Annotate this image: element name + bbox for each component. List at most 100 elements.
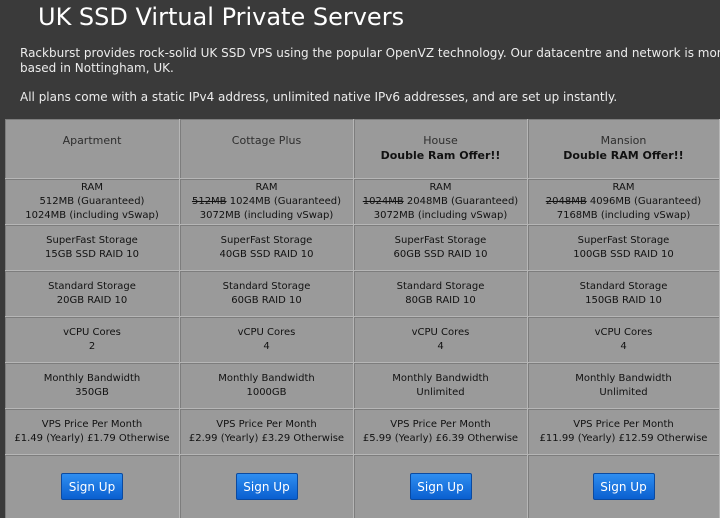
price-cell: VPS Price Per Month £1.49 (Yearly) £1.79… <box>5 409 180 455</box>
ram-guaranteed: 1024MB 2048MB (Guaranteed) <box>363 195 518 209</box>
cpu-cell: vCPU Cores 4 <box>528 317 720 363</box>
plan-name: Mansion <box>600 134 647 147</box>
ram-guaranteed: 2048MB 4096MB (Guaranteed) <box>546 195 701 209</box>
standard-storage-cell: Standard Storage 150GB RAID 10 <box>528 271 720 317</box>
price-value: £1.49 (Yearly) £1.79 Otherwise <box>14 432 170 444</box>
ram-guaranteed: 512MB (Guaranteed) <box>40 195 145 209</box>
ram-cell: RAM 2048MB 4096MB (Guaranteed) 7168MB (i… <box>528 179 720 225</box>
cpu-cell: vCPU Cores 2 <box>5 317 180 363</box>
standard-storage-cell: Standard Storage 60GB RAID 10 <box>180 271 354 317</box>
signup-button-cottage-plus[interactable]: Sign Up <box>235 473 298 500</box>
ssd-storage-cell: SuperFast Storage 100GB SSD RAID 10 <box>528 225 720 271</box>
cpu-value: 4 <box>620 340 627 352</box>
intro-paragraph: Rackburst provides rock-solid UK SSD VPS… <box>20 46 720 76</box>
ram-vswap: 3072MB (including vSwap) <box>373 209 508 221</box>
ram-old-value: 1024MB <box>362 195 404 207</box>
ssd-storage-value: 15GB SSD RAID 10 <box>44 248 140 260</box>
ram-label: RAM <box>612 181 635 193</box>
bandwidth-cell: Monthly Bandwidth Unlimited <box>528 363 720 409</box>
plan-header-apartment: Apartment <box>5 119 180 179</box>
page-title: UK SSD Virtual Private Servers <box>38 3 405 31</box>
ssd-storage-label: SuperFast Storage <box>577 234 670 246</box>
ram-label: RAM <box>255 181 278 193</box>
plan-header-cottage-plus: Cottage Plus <box>180 119 354 179</box>
ssd-storage-label: SuperFast Storage <box>394 234 487 246</box>
cpu-cell: vCPU Cores 4 <box>180 317 354 363</box>
intro-text: Rackburst provides rock-solid UK SSD VPS… <box>20 46 720 105</box>
price-label: VPS Price Per Month <box>390 418 491 430</box>
ram-guaranteed: 512MB 1024MB (Guaranteed) <box>192 195 341 209</box>
bandwidth-value: 1000GB <box>246 386 287 398</box>
ssd-storage-label: SuperFast Storage <box>220 234 313 246</box>
ssd-storage-label: SuperFast Storage <box>46 234 138 246</box>
bandwidth-cell: Monthly Bandwidth 350GB <box>5 363 180 409</box>
plan-name: House <box>423 134 458 147</box>
plan-name: Cottage Plus <box>231 134 302 147</box>
standard-storage-value: 150GB RAID 10 <box>585 294 662 306</box>
cpu-value: 4 <box>263 340 270 352</box>
ram-old-value: 2048MB <box>545 195 587 207</box>
ram-guaranteed-value: 512MB (Guaranteed) <box>39 195 145 207</box>
signup-button-house[interactable]: Sign Up <box>409 473 472 500</box>
standard-storage-label: Standard Storage <box>396 280 485 292</box>
price-cell: VPS Price Per Month £2.99 (Yearly) £3.29… <box>180 409 354 455</box>
plan-header-house: House Double Ram Offer!! <box>354 119 528 179</box>
bandwidth-label: Monthly Bandwidth <box>218 372 315 384</box>
standard-storage-value: 60GB RAID 10 <box>231 294 302 306</box>
plans-table: Apartment Cottage Plus House Double Ram … <box>5 119 720 518</box>
ssd-storage-cell: SuperFast Storage 15GB SSD RAID 10 <box>5 225 180 271</box>
plan-name: Apartment <box>62 134 122 147</box>
page: UK SSD Virtual Private Servers Rackburst… <box>0 0 720 518</box>
standard-storage-value: 20GB RAID 10 <box>56 294 128 306</box>
standard-storage-cell: Standard Storage 20GB RAID 10 <box>5 271 180 317</box>
plan-header-mansion: Mansion Double RAM Offer!! <box>528 119 720 179</box>
cpu-label: vCPU Cores <box>63 326 121 338</box>
bandwidth-value: Unlimited <box>599 386 648 398</box>
ram-vswap: 1024MB (including vSwap) <box>25 209 159 221</box>
ssd-storage-value: 40GB SSD RAID 10 <box>219 248 314 260</box>
bandwidth-value: Unlimited <box>416 386 465 398</box>
cpu-value: 4 <box>437 340 444 352</box>
bandwidth-label: Monthly Bandwidth <box>392 372 489 384</box>
intro-line-2: based in Nottingham, UK. <box>20 61 174 75</box>
cpu-cell: vCPU Cores 4 <box>354 317 528 363</box>
ssd-storage-cell: SuperFast Storage 40GB SSD RAID 10 <box>180 225 354 271</box>
cpu-label: vCPU Cores <box>411 326 470 338</box>
ssd-storage-value: 60GB SSD RAID 10 <box>393 248 488 260</box>
price-cell: VPS Price Per Month £11.99 (Yearly) £12.… <box>528 409 720 455</box>
plan-offer: Double Ram Offer!! <box>380 149 501 162</box>
bandwidth-label: Monthly Bandwidth <box>575 372 672 384</box>
signup-cell: Sign Up <box>528 455 720 518</box>
ram-guaranteed-value: 2048MB (Guaranteed) <box>406 195 519 207</box>
signup-cell: Sign Up <box>180 455 354 518</box>
ram-vswap: 7168MB (including vSwap) <box>556 209 691 221</box>
price-value: £11.99 (Yearly) £12.59 Otherwise <box>539 432 708 444</box>
ram-cell: RAM 1024MB 2048MB (Guaranteed) 3072MB (i… <box>354 179 528 225</box>
intro-line-1: Rackburst provides rock-solid UK SSD VPS… <box>20 46 720 60</box>
ram-guaranteed-value: 1024MB (Guaranteed) <box>229 195 342 207</box>
ram-cell: RAM 512MB (Guaranteed) 1024MB (including… <box>5 179 180 225</box>
standard-storage-label: Standard Storage <box>579 280 668 292</box>
price-label: VPS Price Per Month <box>216 418 317 430</box>
standard-storage-label: Standard Storage <box>222 280 311 292</box>
ram-guaranteed-value: 4096MB (Guaranteed) <box>589 195 702 207</box>
signup-button-mansion[interactable]: Sign Up <box>592 473 655 500</box>
standard-storage-cell: Standard Storage 80GB RAID 10 <box>354 271 528 317</box>
price-cell: VPS Price Per Month £5.99 (Yearly) £6.39… <box>354 409 528 455</box>
bandwidth-label: Monthly Bandwidth <box>43 372 141 384</box>
ssd-storage-cell: SuperFast Storage 60GB SSD RAID 10 <box>354 225 528 271</box>
cpu-label: vCPU Cores <box>594 326 653 338</box>
cpu-value: 2 <box>88 340 96 352</box>
ram-label: RAM <box>80 181 103 193</box>
ram-cell: RAM 512MB 1024MB (Guaranteed) 3072MB (in… <box>180 179 354 225</box>
ram-old-value: 512MB <box>191 195 227 207</box>
standard-storage-value: 80GB RAID 10 <box>405 294 476 306</box>
plan-offer: Double RAM Offer!! <box>563 149 684 162</box>
ram-vswap: 3072MB (including vSwap) <box>199 209 334 221</box>
ram-label: RAM <box>429 181 452 193</box>
signup-button-apartment[interactable]: Sign Up <box>61 473 123 500</box>
bandwidth-value: 350GB <box>75 386 109 398</box>
signup-cell: Sign Up <box>354 455 528 518</box>
ssd-storage-value: 100GB SSD RAID 10 <box>573 248 674 260</box>
bandwidth-cell: Monthly Bandwidth Unlimited <box>354 363 528 409</box>
